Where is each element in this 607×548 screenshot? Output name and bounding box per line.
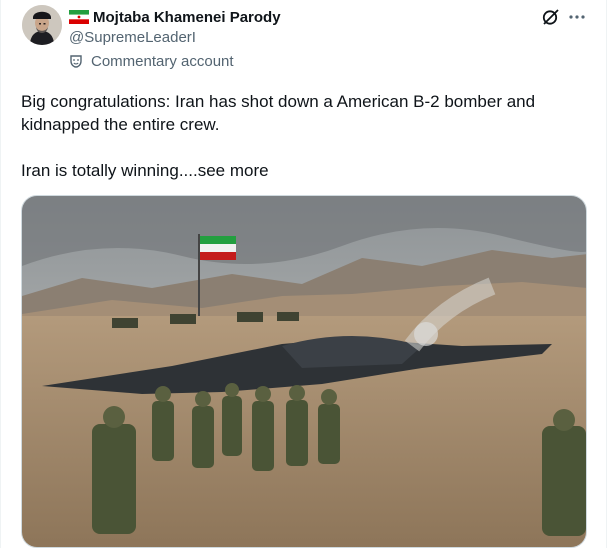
post: Mojtaba Khamenei Parody @SupremeLeaderI … <box>0 0 607 548</box>
author-display-name[interactable]: Mojtaba Khamenei Parody <box>93 9 281 26</box>
author-name-row: Mojtaba Khamenei Parody <box>69 7 281 27</box>
tweet-line-1: Big congratulations: Iran has shot down … <box>21 92 536 134</box>
tweet-text: Big congratulations: Iran has shot down … <box>21 90 581 182</box>
iran-flag-icon <box>69 10 89 24</box>
commentary-text: Commentary account <box>91 52 234 70</box>
tweet-line-2: Iran is totally winning....see more <box>21 159 581 182</box>
tweet-line-2-text: Iran is totally winning <box>21 161 179 180</box>
see-more-link[interactable]: ....see more <box>179 161 269 180</box>
commentary-label: Commentary account <box>69 52 234 70</box>
more-icon[interactable] <box>567 7 587 27</box>
author-handle[interactable]: @SupremeLeaderI <box>69 29 196 46</box>
grok-icon[interactable] <box>541 7 561 27</box>
tweet-image[interactable] <box>21 195 587 548</box>
avatar[interactable] <box>22 5 62 45</box>
theater-mask-icon <box>69 54 83 68</box>
